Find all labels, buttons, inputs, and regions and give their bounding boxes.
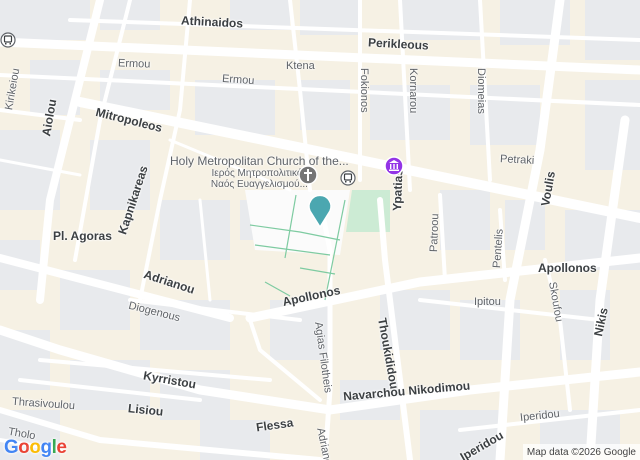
street-label-apollonos-east: Apollonos <box>538 261 597 275</box>
poi-label-church[interactable]: Holy Metropolitan Church of the... Ιερός… <box>170 154 349 190</box>
street-label-lisiou: Lisiou <box>127 401 164 419</box>
street-label-fokionos: Fokionos <box>358 68 370 113</box>
museum-icon[interactable] <box>384 156 404 176</box>
church-cross-icon[interactable] <box>298 165 318 185</box>
street-label-perikleous: Perikleous <box>367 35 430 53</box>
attribution-footer: Map data ©2026 Google <box>522 444 640 460</box>
street-label-petraki: Petraki <box>499 153 535 167</box>
poi-church-name-en: Holy Metropolitan Church of the... <box>170 154 349 168</box>
street-label-patroou: Patroou <box>428 213 442 253</box>
poi-church-name-gr-1: Ιερός Μητροπολιτικός <box>211 168 308 179</box>
street-label-diomeias: Diomeias <box>475 68 487 114</box>
transit-bus-icon[interactable] <box>0 32 16 48</box>
map-canvas[interactable]: Athinaidos Perikleous Ermou Ermou Ktena … <box>0 0 640 460</box>
google-logo[interactable]: Google <box>4 437 67 459</box>
street-label-ktena: Ktena <box>286 60 315 72</box>
street-label-ermou-west: Ermou <box>117 57 151 71</box>
street-label-kornarou: Kornarou <box>407 68 419 114</box>
street-label-ermou-east: Ermou <box>221 72 255 88</box>
street-label-athinaidos: Athinaidos <box>180 13 244 31</box>
google-logo-text: Google <box>4 437 67 458</box>
street-label-pl-agoras: Pl. Agoras <box>53 229 112 243</box>
map-data-attribution[interactable]: Map data ©2026 Google <box>527 447 636 458</box>
transit-bus-icon[interactable] <box>340 170 356 186</box>
street-label-ipitou: Ipitou <box>474 296 501 308</box>
poi-church-name-gr-2: Ναός Ευαγγελισμού... <box>210 179 308 190</box>
location-pin-icon[interactable] <box>306 193 334 229</box>
